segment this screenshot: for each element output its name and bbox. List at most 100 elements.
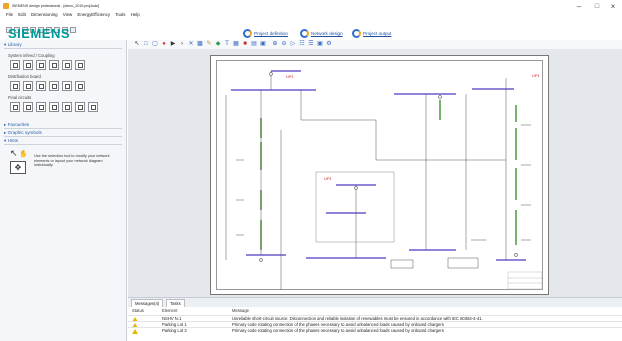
menu-help[interactable]: Help [131,12,140,17]
workflow-tab-label: Project output [363,30,392,36]
table-icon[interactable]: ▦ [233,41,239,47]
cut-tool-icon[interactable]: ✕ [188,41,194,47]
menu-view[interactable]: View [63,12,72,17]
library-item-load-7[interactable] [88,102,98,112]
hand-hint-icon: ✋ [19,151,28,158]
title-bar: SIEMENS design professional - [demo_2019… [0,0,622,12]
workflow-tab-label: Network design [311,30,343,36]
table-row[interactable]: Parking Lot 2 Primary code rotating conn… [128,327,622,334]
play-icon[interactable]: ▶ [170,41,176,47]
edit-icon[interactable]: ✎ [206,41,212,47]
title-block [507,271,543,290]
switch-symbol [259,258,263,262]
column-status[interactable]: Status [132,308,144,313]
layer-icon[interactable]: ▤ [251,41,257,47]
group-label-distribution: Distribution board [8,74,41,79]
group-label-final-circuits: Final circuits [8,95,32,100]
view-dropdown-icon[interactable]: ▣ [260,41,266,47]
library-item-board-6[interactable] [75,81,85,91]
fit-icon[interactable]: ▣ [317,41,323,47]
grid-icon[interactable]: ☷ [299,41,305,47]
library-panel: ▾ Library System infeed / Coupling Distr… [0,40,127,341]
label-icon[interactable]: ■ [242,41,248,47]
stop-icon[interactable]: ● [161,41,167,47]
graphic-symbols-label: Graphic symbols [7,130,42,135]
zoom-out-icon[interactable]: ⊖ [281,41,287,47]
menu-energy-efficiency[interactable]: EnergyEfficiency [77,12,110,17]
align-icon[interactable]: ☰ [308,41,314,47]
library-item-load-1[interactable] [10,102,20,112]
switch-symbol [269,72,273,76]
cables [260,100,517,250]
zoom-in-icon[interactable]: ⊕ [272,41,278,47]
busbars [231,70,526,261]
switch-symbol [438,95,442,99]
menu-edit[interactable]: Edit [18,12,26,17]
connections [225,71,531,290]
favourites-header[interactable]: ▸ Favourites [4,122,122,129]
workflow-tab-project-output[interactable]: Project output [352,27,391,39]
library-item-board-4[interactable] [49,81,59,91]
library-item-load-6[interactable] [75,102,85,112]
column-message[interactable]: Message [232,308,249,313]
library-item-busbar[interactable] [75,60,85,70]
group-label-infeed: System infeed / Coupling [8,53,55,58]
component-box [447,257,479,269]
sub-distribution-box [315,171,395,243]
library-item-board-1[interactable] [10,81,20,91]
title-block-frame [507,271,543,290]
row-element: Parking Lot 2 [162,328,187,333]
close-button[interactable]: × [606,2,620,11]
minimize-button[interactable]: – [572,2,586,11]
workflow-tab-project-definition[interactable]: Project definition [243,27,288,39]
library-item-load-5[interactable] [62,102,72,112]
library-item-generator[interactable] [23,60,33,70]
menu-file[interactable]: File [6,12,13,17]
cursor-hint-icon: ↖ [10,148,18,158]
forward-icon[interactable]: › [179,41,185,47]
library-item-load-3[interactable] [36,102,46,112]
library-header-label: Library [7,42,22,47]
menu-tools[interactable]: Tools [115,12,125,17]
workflow-tab-label: Project definition [254,30,288,36]
library-item-board-3[interactable] [36,81,46,91]
hints-header[interactable]: ▾ Hints [4,138,122,145]
library-item-board-2[interactable] [23,81,33,91]
symbols [259,72,518,262]
hints-label: Hints [7,138,19,143]
text-icon[interactable]: T [224,41,230,47]
row-message: Primary code rotating connection of the … [232,328,444,333]
run-icon[interactable]: ▷ [290,41,296,47]
messages-table: Status Element Message NSHV N.1 Unreliab… [128,307,622,341]
network-diagram[interactable]: UP1 UP1 UP1 [216,60,543,290]
workflow-tab-network-design[interactable]: Network design [300,27,343,39]
siemens-logo: SIEMENS [8,26,71,41]
column-element[interactable]: Element [162,308,177,313]
library-item-load-2[interactable] [23,102,33,112]
maximize-button[interactable]: □ [590,2,604,11]
warning-icon [132,328,138,334]
settings-tool-icon[interactable]: ⚙ [326,41,332,47]
select-icon[interactable]: □ [143,41,149,47]
library-item-ups[interactable] [36,60,46,70]
library-item-board-5[interactable] [62,81,72,91]
copy-icon[interactable]: ▢ [152,41,158,47]
graphic-symbols-header[interactable]: ▸ Graphic symbols [4,130,122,137]
library-item-load-4[interactable] [49,102,59,112]
menu-dimensioning[interactable]: Dimensioning [31,12,58,17]
library-item-cable[interactable] [62,60,72,70]
library-item-coupling[interactable] [49,60,59,70]
library-header[interactable]: ▾ Library [4,42,122,49]
pointer-icon[interactable]: ↖ [134,41,140,47]
workflow-ring-icon [300,28,309,38]
hint-text: Use the selection tool to modify your ne… [34,154,110,168]
workflow-ring-icon [352,28,361,38]
label-up1-c: UP1 [324,176,333,181]
help-icon[interactable] [70,27,76,33]
window-title: SIEMENS design professional - [demo_2019… [12,4,100,8]
calc-icon[interactable]: ◆ [215,41,221,47]
workflow-ring-icon [243,28,252,38]
copy-tool-icon[interactable]: ▩ [197,41,203,47]
library-item-transformer[interactable] [10,60,20,70]
component-box [390,259,414,269]
